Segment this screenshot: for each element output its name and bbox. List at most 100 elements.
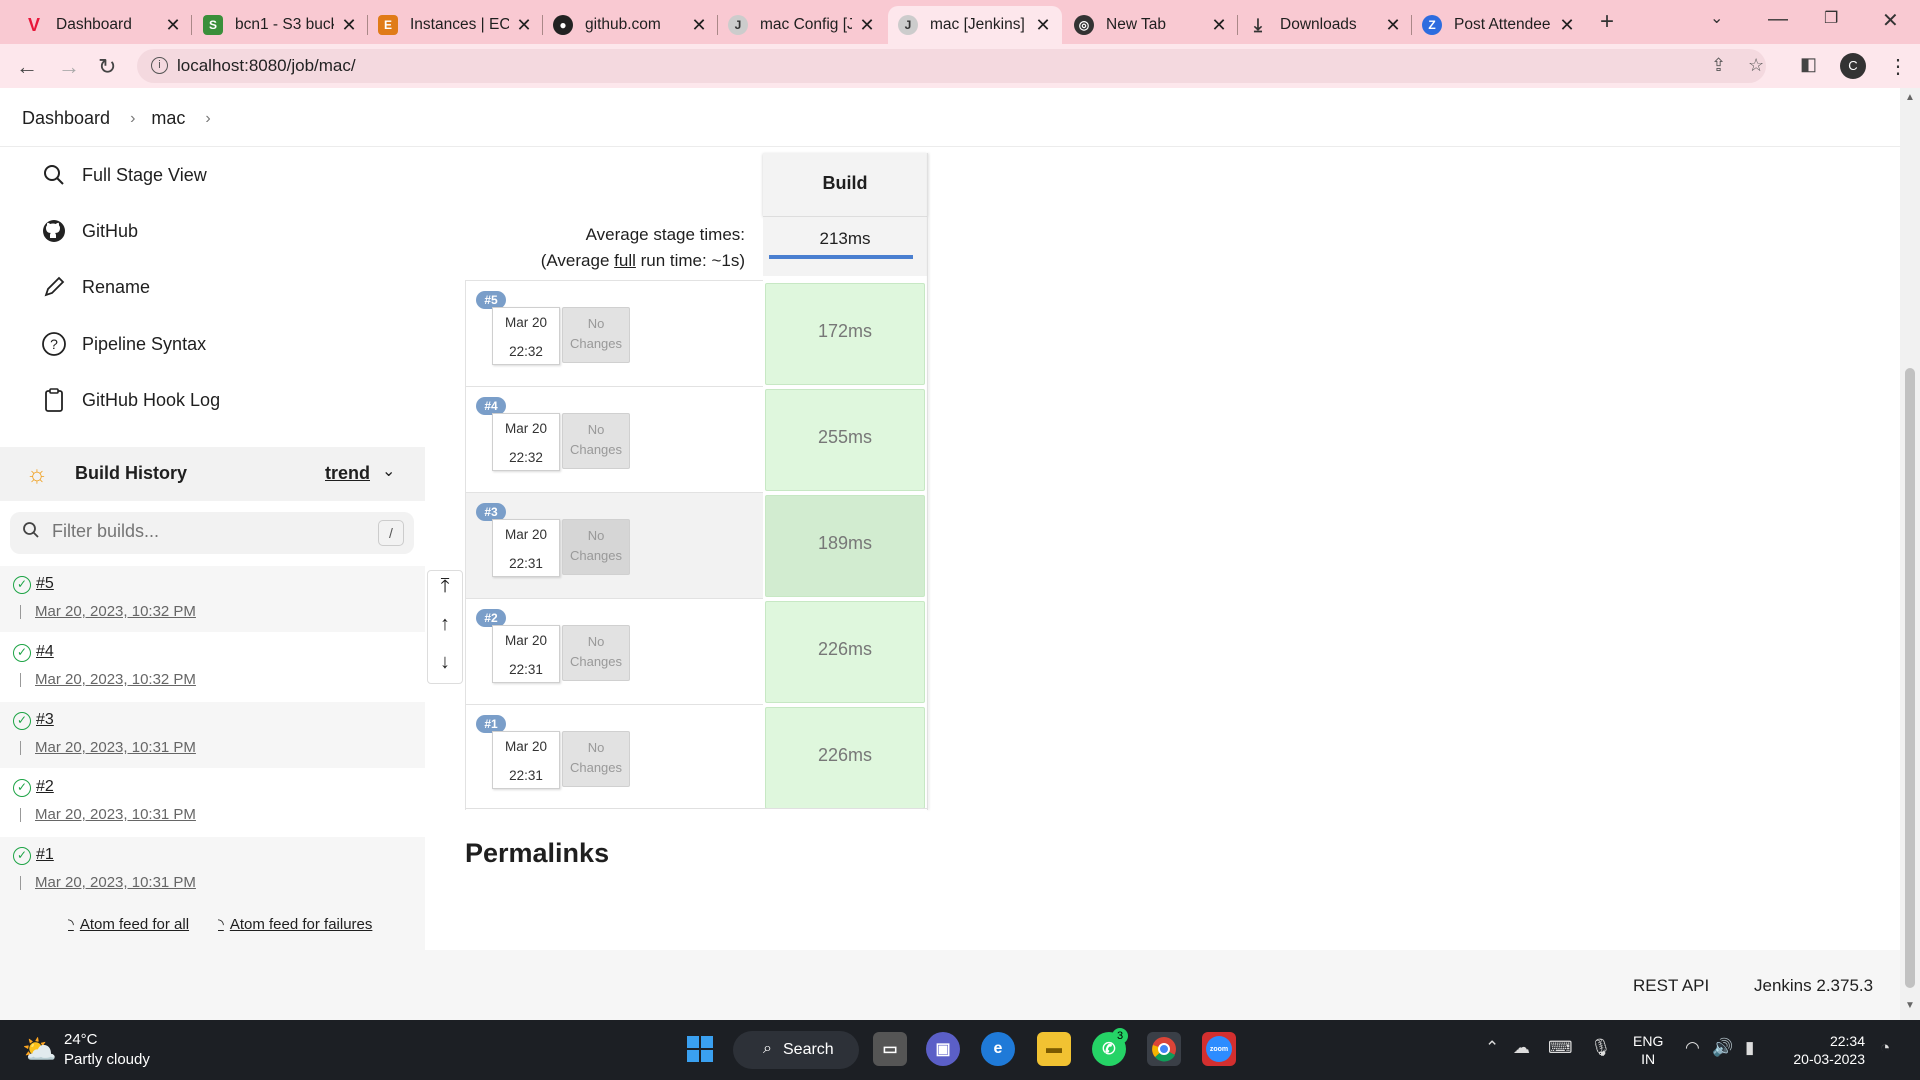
- minimize-icon[interactable]: —: [1768, 8, 1788, 31]
- tab-mac-config[interactable]: J mac Config [Je ✕: [718, 6, 886, 44]
- taskbar-search[interactable]: ⌕ Search: [733, 1031, 859, 1069]
- full-run-time-link[interactable]: full: [614, 251, 636, 270]
- build-date-link[interactable]: Mar 20, 2023, 10:32 PM: [35, 671, 196, 688]
- scroll-down-icon[interactable]: ↓: [428, 651, 462, 674]
- close-icon[interactable]: ✕: [1384, 15, 1402, 36]
- build-number-link[interactable]: #3: [36, 711, 54, 729]
- url-text[interactable]: localhost:8080/job/mac/: [177, 56, 356, 76]
- scrollbar-thumb[interactable]: [1905, 368, 1915, 988]
- stage-cell-success[interactable]: 226ms: [765, 601, 925, 703]
- close-icon[interactable]: ✕: [164, 15, 182, 36]
- rest-api-link[interactable]: REST API: [1633, 976, 1709, 996]
- close-icon[interactable]: ✕: [1210, 15, 1228, 36]
- run-date-card[interactable]: Mar 20 22:31: [492, 519, 560, 577]
- show-hidden-icons-icon[interactable]: ⌃: [1485, 1038, 1499, 1058]
- trend-link[interactable]: trend: [325, 463, 370, 484]
- build-number-link[interactable]: #2: [36, 778, 54, 796]
- close-icon[interactable]: ✕: [340, 15, 358, 36]
- teams-chat-icon[interactable]: ▣: [926, 1032, 960, 1066]
- sidebar-item-github-hook-log[interactable]: GitHub Hook Log: [40, 386, 220, 414]
- file-explorer-icon[interactable]: ▬: [1037, 1032, 1071, 1066]
- build-date-link[interactable]: Mar 20, 2023, 10:31 PM: [35, 874, 196, 891]
- scroll-up-arrow-icon[interactable]: ▲: [1905, 92, 1915, 103]
- build-date-link[interactable]: Mar 20, 2023, 10:32 PM: [35, 603, 196, 620]
- chrome-menu-icon[interactable]: ⋮: [1888, 54, 1908, 79]
- stage-cell-success[interactable]: 189ms: [765, 495, 925, 597]
- run-date-card[interactable]: Mar 20 22:32: [492, 413, 560, 471]
- stage-duration: 172ms: [817, 321, 873, 341]
- back-icon[interactable]: ←: [16, 54, 38, 80]
- breadcrumb-dashboard[interactable]: Dashboard: [22, 108, 110, 129]
- reload-icon[interactable]: ↻: [98, 54, 116, 80]
- weather-description[interactable]: Partly cloudy: [64, 1051, 150, 1068]
- battery-icon[interactable]: ▮: [1745, 1038, 1754, 1058]
- tab-mac-jenkins[interactable]: J mac [Jenkins] ✕: [888, 6, 1062, 44]
- atom-feed-all-link[interactable]: ◝ Atom feed for all: [68, 915, 189, 934]
- language-indicator[interactable]: ENG IN: [1633, 1032, 1663, 1068]
- build-date-link[interactable]: Mar 20, 2023, 10:31 PM: [35, 739, 196, 756]
- restore-icon[interactable]: ❐: [1824, 8, 1838, 28]
- tab-github[interactable]: ● github.com ✕: [543, 6, 718, 44]
- chevron-down-icon[interactable]: ⌄: [382, 461, 395, 481]
- tab-search-chevron-icon[interactable]: ⌄: [1710, 8, 1723, 28]
- keyboard-icon[interactable]: ⌨: [1548, 1038, 1573, 1058]
- build-number-link[interactable]: #4: [36, 643, 54, 661]
- stage-cell-success[interactable]: 255ms: [765, 389, 925, 491]
- build-number-link[interactable]: #5: [36, 575, 54, 593]
- tab-post-attendee[interactable]: Z Post Attendee ✕: [1412, 6, 1586, 44]
- sidebar-item-github[interactable]: GitHub: [40, 217, 138, 245]
- microphone-icon[interactable]: 🎙: [1590, 1038, 1612, 1058]
- onedrive-cloud-icon[interactable]: ☁: [1513, 1038, 1530, 1058]
- run-date-card[interactable]: Mar 20 22:31: [492, 731, 560, 789]
- filter-builds-input[interactable]: [52, 521, 352, 542]
- forward-icon[interactable]: →: [58, 54, 80, 80]
- zoom-icon[interactable]: zoom: [1202, 1032, 1236, 1066]
- weather-temperature[interactable]: 24°C: [64, 1031, 98, 1048]
- tab-s3-bucket[interactable]: S bcn1 - S3 buck ✕: [193, 6, 368, 44]
- notifications-icon[interactable]: ◔: [1880, 1038, 1890, 1058]
- scroll-down-arrow-icon[interactable]: ▼: [1905, 1000, 1915, 1011]
- sidebar-item-full-stage-view[interactable]: Full Stage View: [40, 161, 207, 189]
- close-icon[interactable]: ✕: [858, 15, 876, 36]
- stage-cell-success[interactable]: 172ms: [765, 283, 925, 385]
- system-clock[interactable]: 22:34 20-03-2023: [1780, 1032, 1865, 1068]
- close-icon[interactable]: ✕: [515, 15, 533, 36]
- task-view-icon[interactable]: ▭: [873, 1032, 907, 1066]
- profile-avatar[interactable]: C: [1840, 53, 1866, 79]
- wifi-icon[interactable]: ◠: [1685, 1038, 1700, 1058]
- tab-ec2-instances[interactable]: E Instances | EC2 ✕: [368, 6, 543, 44]
- breadcrumb-mac[interactable]: mac: [151, 108, 185, 129]
- scroll-to-top-icon[interactable]: ⤒: [428, 575, 462, 598]
- address-bar[interactable]: i localhost:8080/job/mac/ ⇪ ☆: [137, 49, 1766, 83]
- chevron-right-icon: ›: [130, 109, 136, 127]
- close-icon[interactable]: ✕: [1558, 15, 1576, 36]
- partly-cloudy-icon[interactable]: ⛅: [22, 1033, 57, 1066]
- page-scrollbar[interactable]: ▲ ▼: [1900, 88, 1920, 1020]
- side-panel-icon[interactable]: ◧: [1800, 54, 1817, 75]
- chrome-icon[interactable]: [1147, 1032, 1181, 1066]
- tab-downloads[interactable]: ⤓ Downloads ✕: [1238, 6, 1412, 44]
- chevron-right-icon[interactable]: ›: [205, 110, 210, 128]
- run-date-card[interactable]: Mar 20 22:31: [492, 625, 560, 683]
- site-info-icon[interactable]: i: [151, 57, 168, 74]
- stage-cell-success[interactable]: 226ms: [765, 707, 925, 809]
- bookmark-star-icon[interactable]: ☆: [1748, 55, 1764, 76]
- edge-icon[interactable]: e: [981, 1032, 1015, 1066]
- tab-new-tab[interactable]: ◎ New Tab ✕: [1064, 6, 1238, 44]
- windows-start-icon[interactable]: [683, 1032, 717, 1066]
- atom-feed-failures-link[interactable]: ◝ Atom feed for failures: [218, 915, 372, 934]
- window-close-icon[interactable]: ✕: [1882, 8, 1899, 33]
- sidebar-item-rename[interactable]: Rename: [40, 273, 150, 301]
- close-icon[interactable]: ✕: [1034, 15, 1052, 36]
- sidebar-item-pipeline-syntax[interactable]: ? Pipeline Syntax: [40, 330, 206, 358]
- scroll-up-icon[interactable]: ↑: [428, 613, 462, 636]
- run-date-card[interactable]: Mar 20 22:32: [492, 307, 560, 365]
- build-date-link[interactable]: Mar 20, 2023, 10:31 PM: [35, 806, 196, 823]
- jenkins-version-link[interactable]: Jenkins 2.375.3: [1754, 976, 1873, 996]
- tab-dashboard[interactable]: V Dashboard ✕: [14, 6, 192, 44]
- volume-icon[interactable]: 🔊: [1712, 1038, 1733, 1058]
- share-icon[interactable]: ⇪: [1711, 55, 1726, 76]
- close-icon[interactable]: ✕: [690, 15, 708, 36]
- build-number-link[interactable]: #1: [36, 846, 54, 864]
- new-tab-icon[interactable]: +: [1600, 8, 1614, 36]
